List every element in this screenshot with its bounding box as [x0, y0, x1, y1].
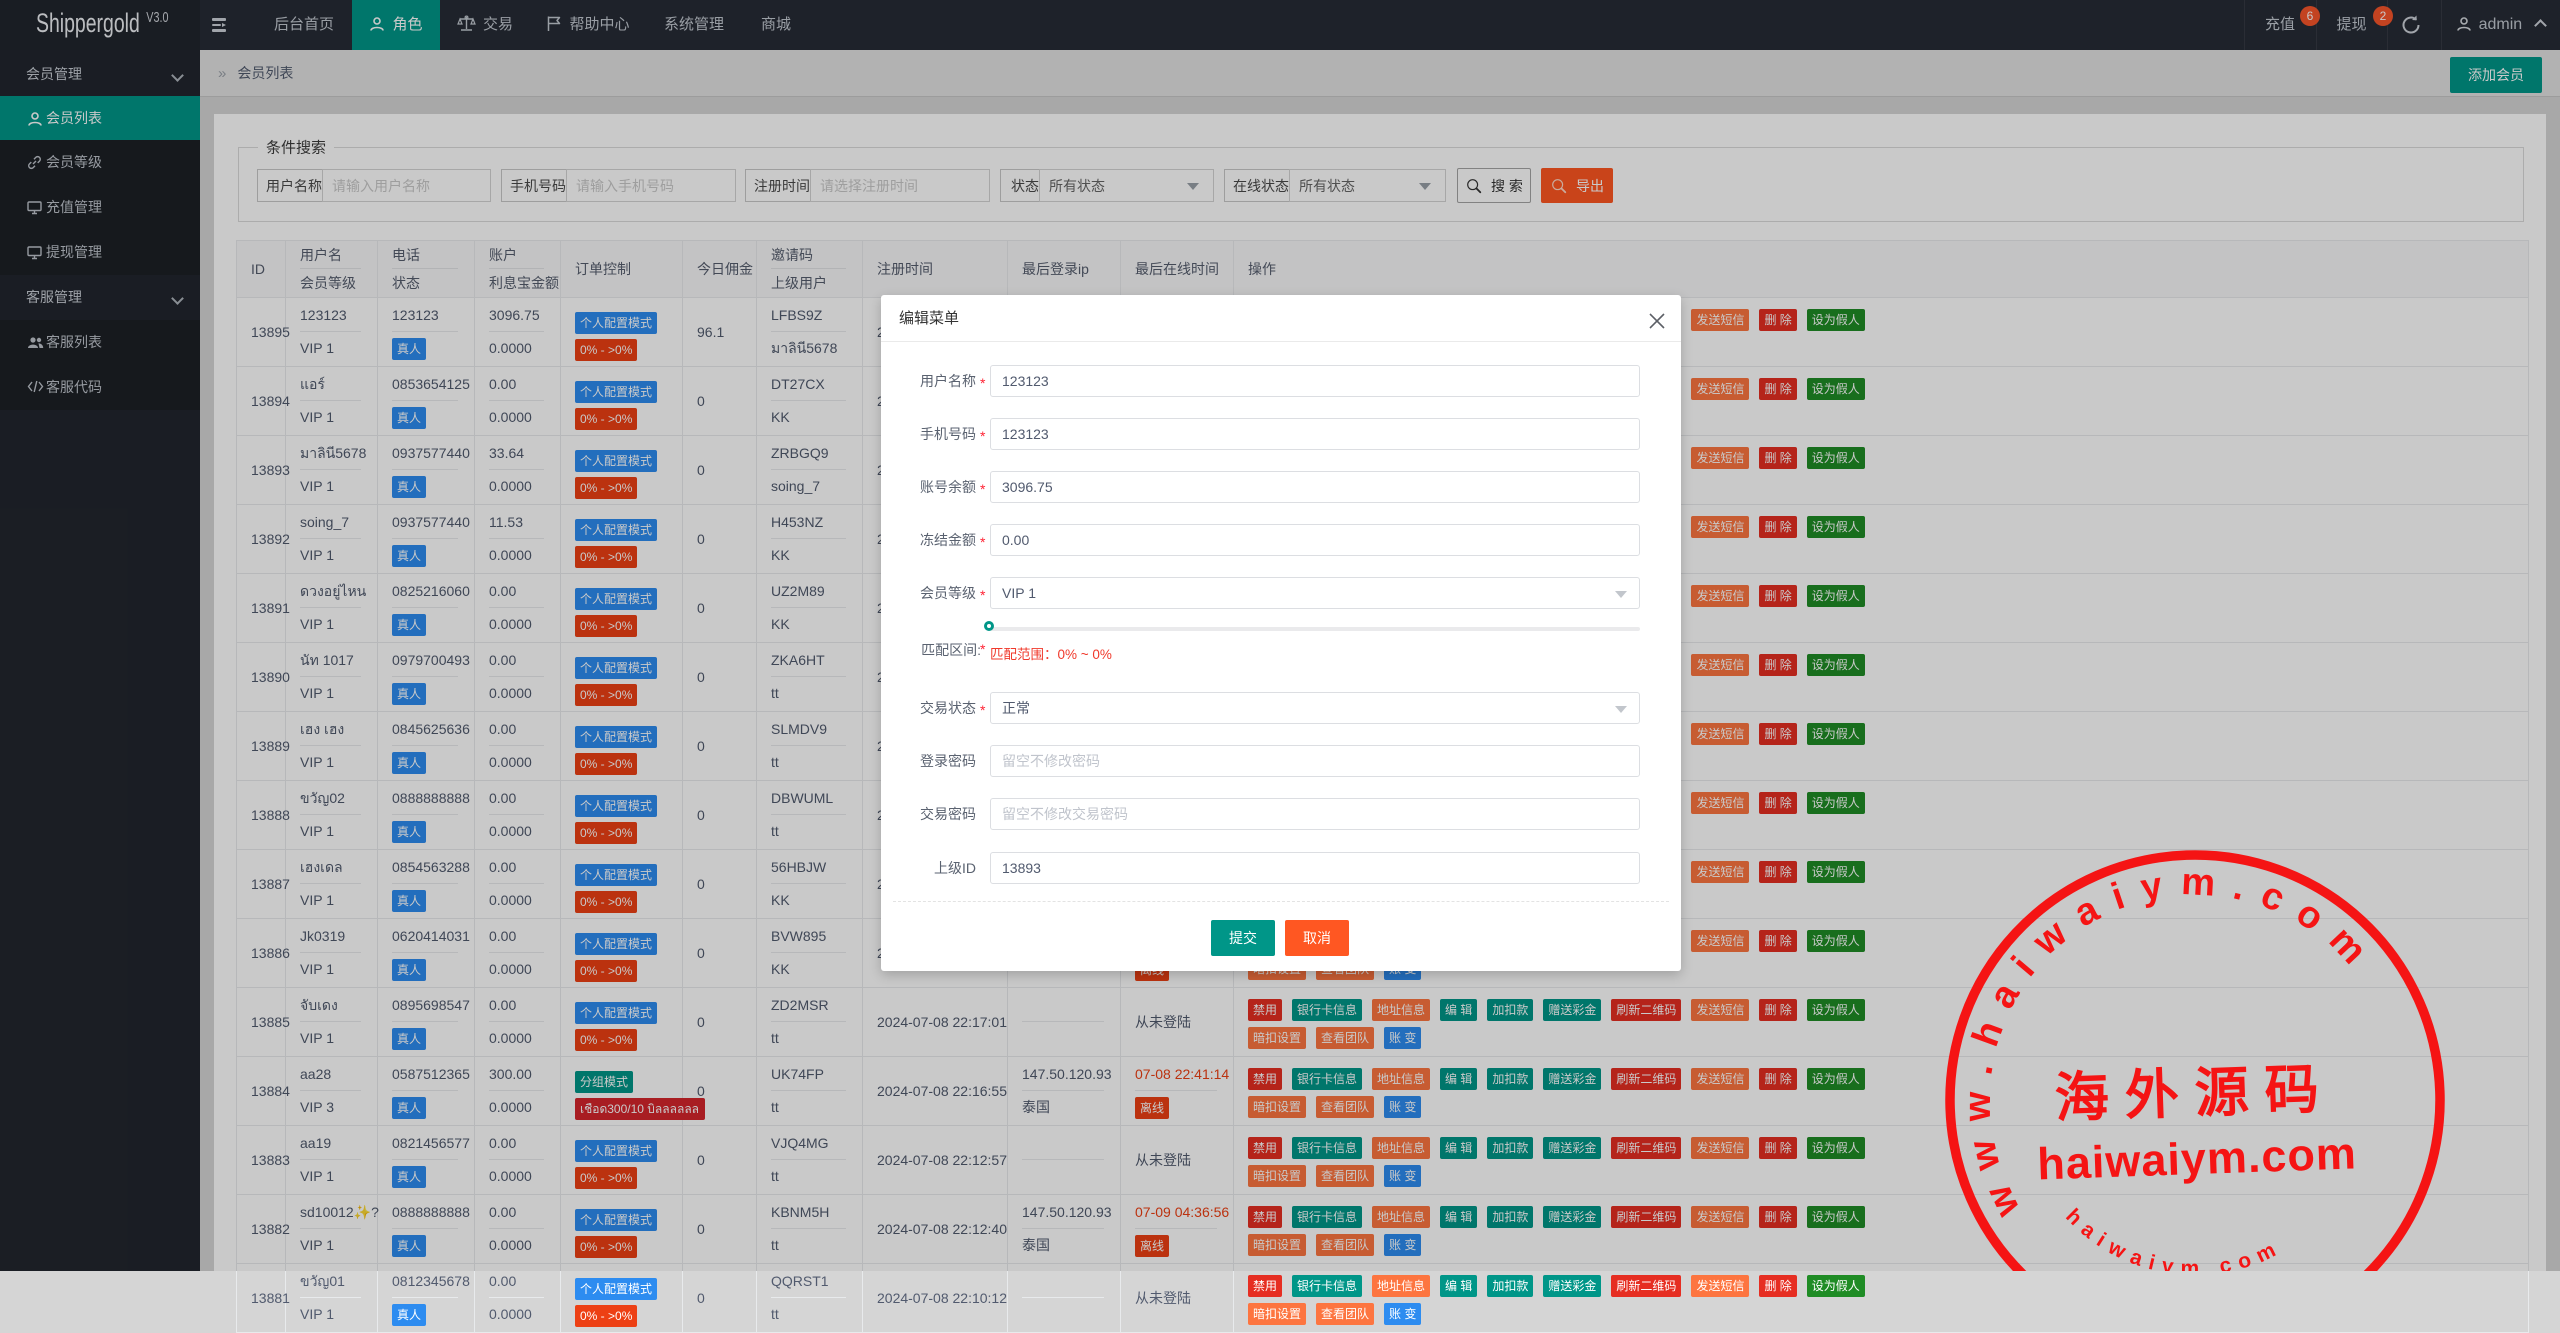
svg-text:haiwaiym.com: haiwaiym.com — [2061, 1197, 2287, 1271]
svg-text:海外源码: 海外源码 — [2054, 1059, 2336, 1129]
svg-text:haiwaiym.com: haiwaiym.com — [2036, 1127, 2357, 1189]
